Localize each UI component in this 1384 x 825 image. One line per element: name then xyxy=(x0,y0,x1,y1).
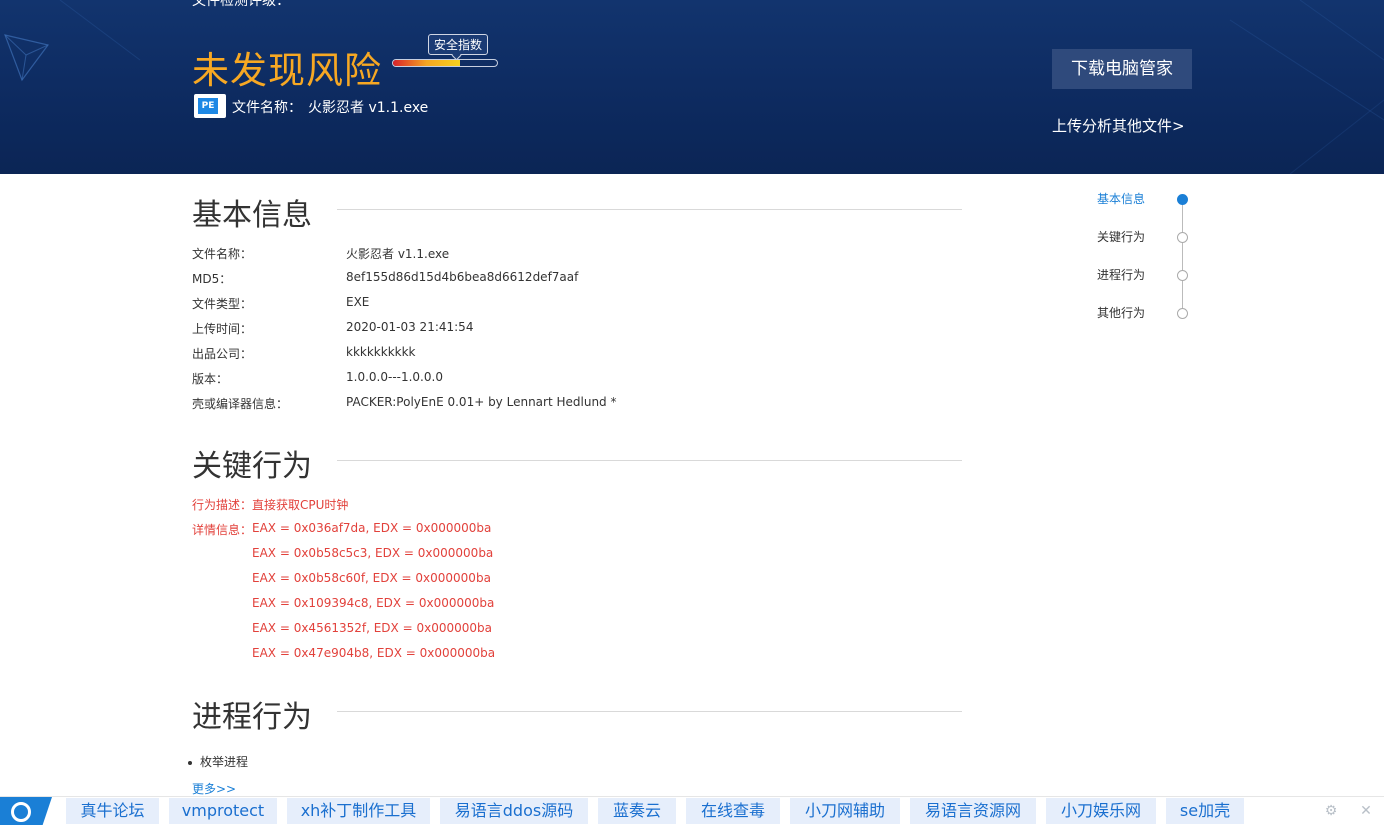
side-nav-dot xyxy=(1177,194,1188,205)
info-key: 壳或编译器信息： xyxy=(192,397,289,411)
info-value: EXE xyxy=(346,295,370,309)
side-nav-basic-info[interactable]: 基本信息 xyxy=(1096,190,1196,210)
bookmark-link[interactable]: vmprotect xyxy=(169,798,277,824)
bookmark-link[interactable]: 真牛论坛 xyxy=(66,798,159,824)
upload-other-file-link[interactable]: 上传分析其他文件> xyxy=(1052,115,1185,136)
bookmark-link[interactable]: 蓝奏云 xyxy=(598,798,676,824)
process-item: 枚举进程 xyxy=(188,753,248,770)
side-nav-dot xyxy=(1177,270,1188,281)
bookmark-link[interactable]: 易语言ddos源码 xyxy=(440,798,588,824)
bookmark-link[interactable]: 易语言资源网 xyxy=(910,798,1036,824)
verdict-text: 未发现风险 xyxy=(192,49,382,92)
bookmark-link[interactable]: xh补丁制作工具 xyxy=(287,798,430,824)
info-value: kkkkkkkkkk xyxy=(346,345,416,359)
behavior-desc-value: 直接获取CPU时钟 xyxy=(252,498,349,512)
info-key: MD5： xyxy=(192,272,232,286)
detail-line: EAX = 0x47e904b8, EDX = 0x000000ba xyxy=(252,646,496,660)
info-key: 文件名称： xyxy=(192,247,253,261)
divider xyxy=(337,711,962,712)
info-key: 出品公司： xyxy=(192,347,253,361)
pe-icon-text: PE xyxy=(198,98,218,114)
info-value: 8ef155d86d15d4b6bea8d6612def7aaf xyxy=(346,270,579,284)
info-value: 火影忍者 v1.1.exe xyxy=(346,247,450,261)
file-name-row: 文件名称： 火影忍者 v1.1.exe xyxy=(232,97,428,117)
side-nav-dot xyxy=(1177,308,1188,319)
result-header: 文件检测评级： 未发现风险 安全指数 PE 文件名称： 火影忍者 v1.1.exe… xyxy=(0,0,1384,174)
info-key: 上传时间： xyxy=(192,322,253,336)
side-nav-label: 进程行为 xyxy=(1097,268,1146,282)
detail-line: EAX = 0x4561352f, EDX = 0x000000ba xyxy=(252,621,492,635)
bookmark-link[interactable]: 小刀网辅助 xyxy=(790,798,900,824)
key-behavior-title: 关键行为 xyxy=(192,449,312,484)
download-button[interactable]: 下载电脑管家 xyxy=(1052,49,1192,89)
score-label: 安全指数 xyxy=(428,34,489,55)
detail-line: EAX = 0x036af7da, EDX = 0x000000ba xyxy=(252,521,492,535)
detail-line: EAX = 0x109394c8, EDX = 0x000000ba xyxy=(252,596,495,610)
detail-label: 详情信息： xyxy=(192,523,253,537)
bookmark-bar: 真牛论坛 vmprotect xh补丁制作工具 易语言ddos源码 蓝奏云 在线… xyxy=(0,796,1384,825)
info-value: 1.0.0.0---1.0.0.0 xyxy=(346,370,443,384)
info-key: 文件类型： xyxy=(192,297,253,311)
search-logo-icon[interactable] xyxy=(0,797,52,825)
file-name-value: 火影忍者 v1.1.exe xyxy=(308,100,429,116)
close-icon[interactable]: ✕ xyxy=(1358,803,1374,819)
more-link[interactable]: 更多>> xyxy=(192,780,236,797)
info-value: PACKER:PolyEnE 0.01+ by Lennart Hedlund … xyxy=(346,395,617,409)
bookmark-link[interactable]: se加壳 xyxy=(1166,798,1244,824)
divider xyxy=(337,460,962,461)
divider xyxy=(337,209,962,210)
side-nav-label: 基本信息 xyxy=(1097,192,1146,206)
behavior-desc-label: 行为描述： xyxy=(192,498,253,512)
process-behavior-title: 进程行为 xyxy=(192,700,312,735)
detail-line: EAX = 0x0b58c5c3, EDX = 0x000000ba xyxy=(252,546,494,560)
file-name-label: 文件名称： xyxy=(232,100,302,116)
detail-line: EAX = 0x0b58c60f, EDX = 0x000000ba xyxy=(252,571,491,585)
info-value: 2020-01-03 21:41:54 xyxy=(346,320,474,334)
side-nav-other-behavior[interactable]: 其他行为 xyxy=(1096,304,1196,324)
basic-info-title: 基本信息 xyxy=(192,198,312,233)
score-bar-fill xyxy=(393,60,460,66)
side-nav-process-behavior[interactable]: 进程行为 xyxy=(1096,266,1196,286)
side-nav-line xyxy=(1182,200,1183,313)
info-key: 版本： xyxy=(192,372,229,386)
side-nav: 基本信息 关键行为 进程行为 其他行为 xyxy=(1096,190,1196,330)
side-nav-label: 关键行为 xyxy=(1097,230,1146,244)
settings-icon[interactable]: ⚙ xyxy=(1323,803,1339,819)
side-nav-label: 其他行为 xyxy=(1097,306,1146,320)
side-nav-dot xyxy=(1177,232,1188,243)
score-bar xyxy=(392,59,498,67)
pe-file-icon: PE xyxy=(194,94,226,118)
bookmark-link[interactable]: 在线查毒 xyxy=(686,798,780,824)
behavior-description: 行为描述：直接获取CPU时钟 xyxy=(192,496,348,513)
bookmark-link[interactable]: 小刀娱乐网 xyxy=(1046,798,1156,824)
rating-title: 文件检测评级： xyxy=(192,0,290,9)
side-nav-key-behavior[interactable]: 关键行为 xyxy=(1096,228,1196,248)
